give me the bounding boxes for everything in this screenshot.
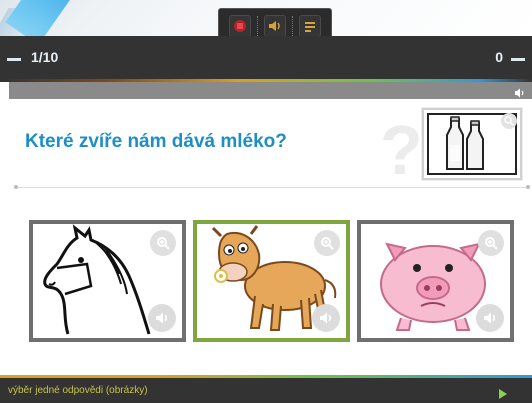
divider-dot bbox=[14, 185, 18, 189]
play-sound-icon[interactable] bbox=[476, 304, 504, 332]
sound-icon[interactable] bbox=[264, 15, 286, 37]
mode-label: výběr jedné odpovědi (obrázky) bbox=[8, 385, 148, 396]
header-bar: 1/10 0 bbox=[0, 36, 532, 80]
answer-cow[interactable] bbox=[193, 220, 350, 342]
speaker-icon[interactable] bbox=[514, 85, 526, 103]
zoom-icon[interactable] bbox=[501, 113, 517, 129]
header-dash bbox=[511, 58, 525, 61]
zoom-icon[interactable] bbox=[478, 230, 504, 256]
play-sound-icon[interactable] bbox=[312, 304, 340, 332]
toolbar-separator bbox=[257, 16, 258, 36]
question-counter: 1/10 bbox=[31, 49, 59, 65]
answer-horse[interactable] bbox=[29, 220, 186, 342]
toolbar-separator bbox=[292, 16, 293, 36]
question-image[interactable] bbox=[422, 108, 522, 180]
question-text: Které zvíře nám dává mléko? bbox=[25, 131, 287, 152]
score: 0 bbox=[495, 49, 503, 65]
divider-line bbox=[18, 187, 526, 188]
stop-icon[interactable] bbox=[229, 15, 251, 37]
next-arrow-icon[interactable] bbox=[498, 386, 508, 403]
zoom-icon[interactable] bbox=[150, 230, 176, 256]
footer-bar: výběr jedné odpovědi (obrázky) bbox=[0, 375, 532, 403]
header-dash bbox=[7, 58, 21, 61]
zoom-icon[interactable] bbox=[314, 230, 340, 256]
divider-dot bbox=[526, 185, 530, 189]
settings-icon[interactable] bbox=[299, 15, 321, 37]
rainbow-stripe bbox=[0, 375, 532, 378]
play-sound-icon[interactable] bbox=[148, 304, 176, 332]
answer-pig[interactable] bbox=[357, 220, 514, 342]
info-bar bbox=[9, 82, 532, 99]
question-marks-decoration: ? bbox=[380, 111, 423, 189]
